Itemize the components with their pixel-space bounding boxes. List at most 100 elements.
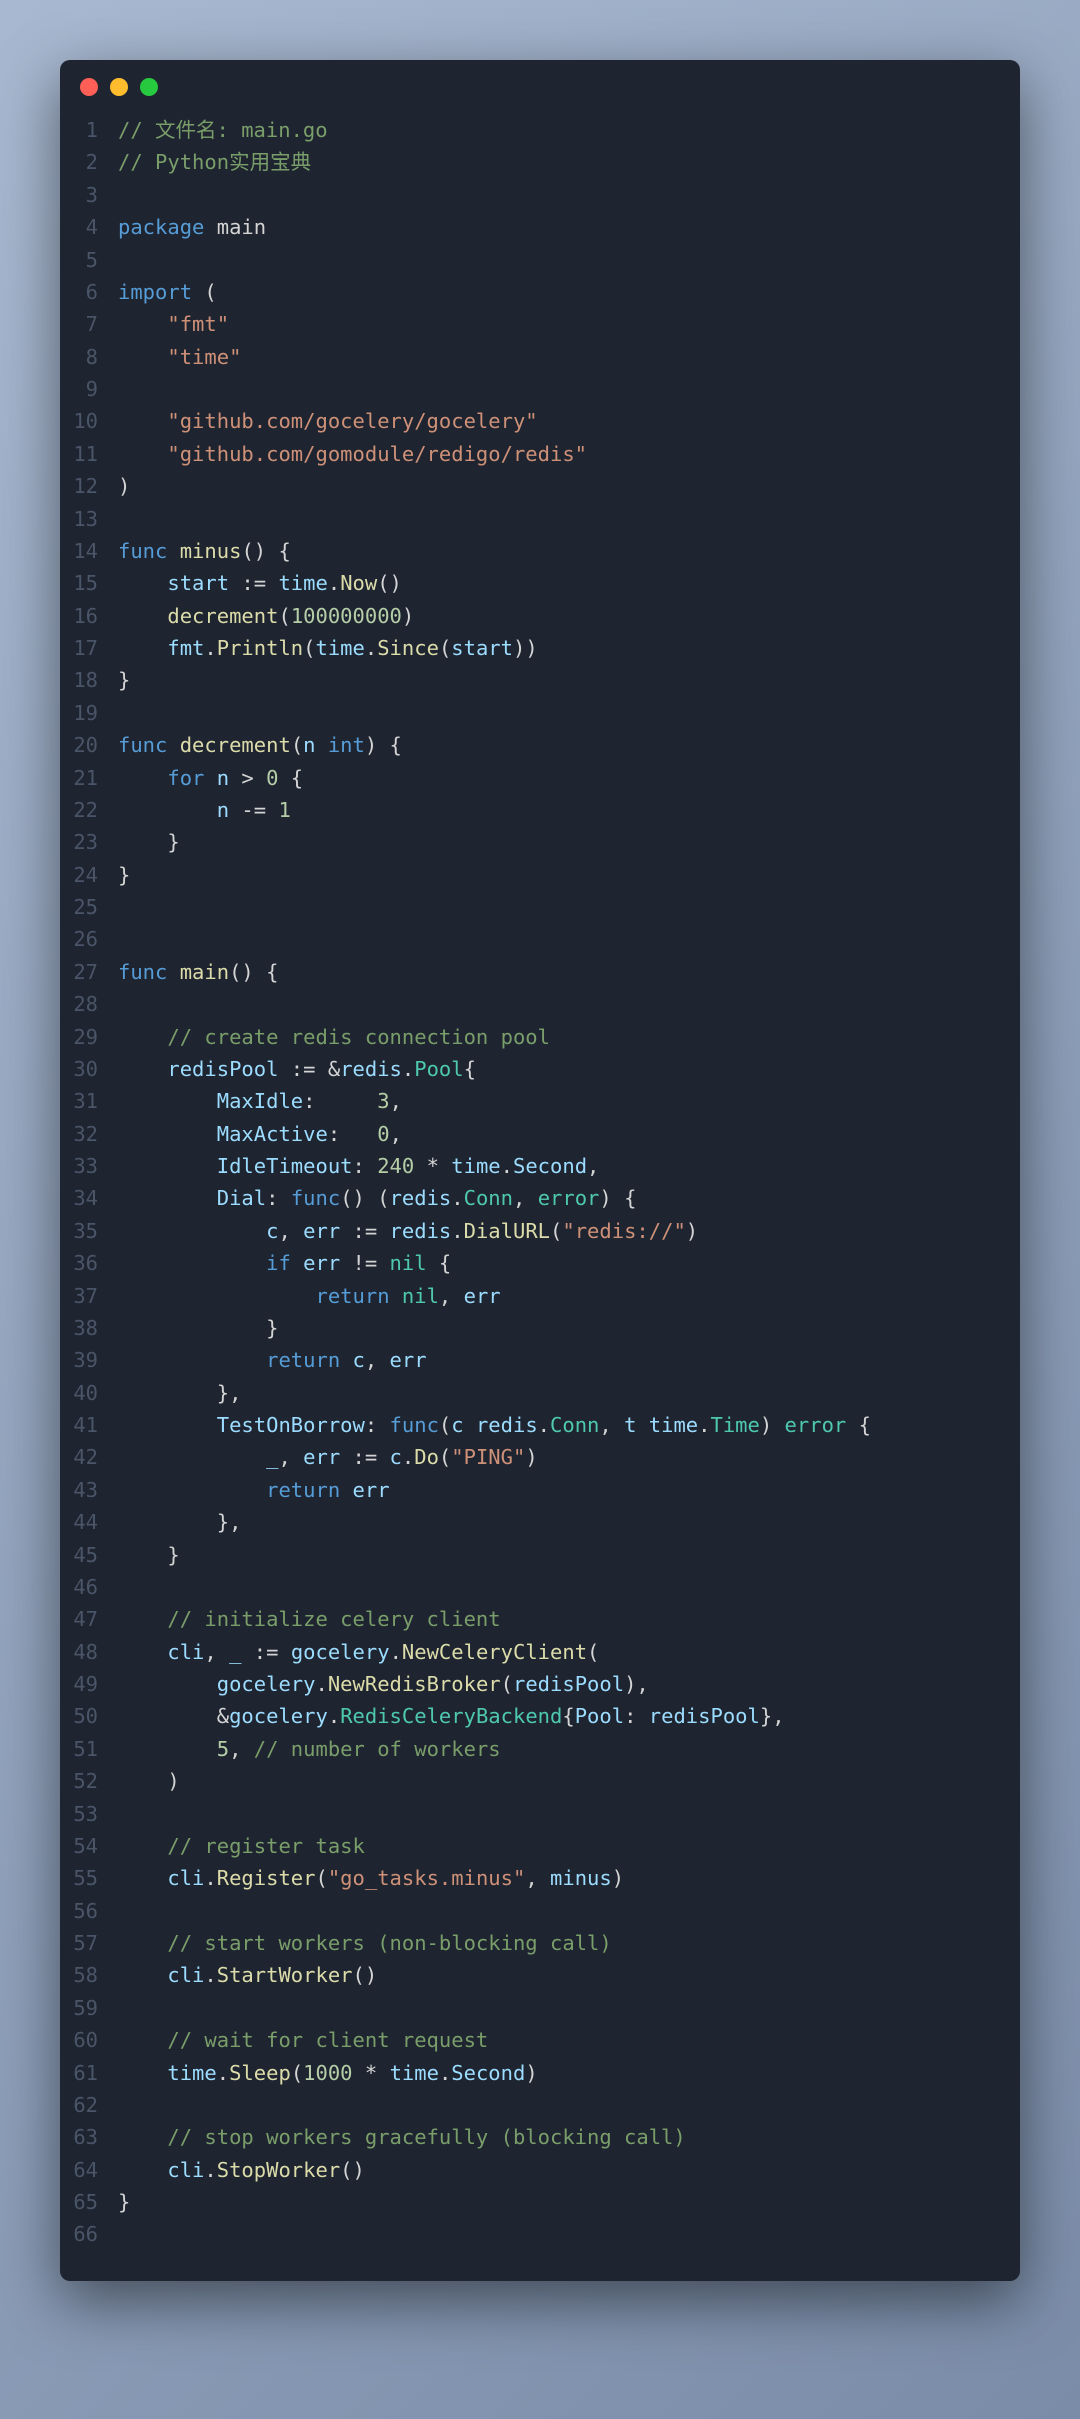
code-line: 18} bbox=[60, 664, 1020, 696]
code-content bbox=[118, 1798, 1020, 1830]
code-content: TestOnBorrow: func(c redis.Conn, t time.… bbox=[118, 1409, 1020, 1441]
code-line: 4package main bbox=[60, 211, 1020, 243]
code-line: 63 // stop workers gracefully (blocking … bbox=[60, 2121, 1020, 2153]
line-number: 17 bbox=[60, 632, 118, 664]
code-line: 51 5, // number of workers bbox=[60, 1733, 1020, 1765]
code-content: return c, err bbox=[118, 1344, 1020, 1376]
code-content: cli.StopWorker() bbox=[118, 2154, 1020, 2186]
code-line: 16 decrement(100000000) bbox=[60, 600, 1020, 632]
code-content: }, bbox=[118, 1377, 1020, 1409]
line-number: 41 bbox=[60, 1409, 118, 1441]
line-number: 66 bbox=[60, 2218, 118, 2250]
line-number: 59 bbox=[60, 1992, 118, 2024]
code-content: } bbox=[118, 826, 1020, 858]
line-number: 24 bbox=[60, 859, 118, 891]
code-line: 44 }, bbox=[60, 1506, 1020, 1538]
code-content: } bbox=[118, 1539, 1020, 1571]
code-content bbox=[118, 1992, 1020, 2024]
line-number: 46 bbox=[60, 1571, 118, 1603]
code-line: 42 _, err := c.Do("PING") bbox=[60, 1441, 1020, 1473]
line-number: 50 bbox=[60, 1700, 118, 1732]
code-line: 20func decrement(n int) { bbox=[60, 729, 1020, 761]
code-line: 1// 文件名: main.go bbox=[60, 114, 1020, 146]
code-line: 61 time.Sleep(1000 * time.Second) bbox=[60, 2057, 1020, 2089]
line-number: 28 bbox=[60, 988, 118, 1020]
line-number: 14 bbox=[60, 535, 118, 567]
line-number: 18 bbox=[60, 664, 118, 696]
code-content: package main bbox=[118, 211, 1020, 243]
code-content: fmt.Println(time.Since(start)) bbox=[118, 632, 1020, 664]
code-editor[interactable]: 1// 文件名: main.go2// Python实用宝典34package … bbox=[60, 104, 1020, 2281]
code-line: 65} bbox=[60, 2186, 1020, 2218]
line-number: 54 bbox=[60, 1830, 118, 1862]
code-content: decrement(100000000) bbox=[118, 600, 1020, 632]
code-line: 12) bbox=[60, 470, 1020, 502]
code-content: cli.StartWorker() bbox=[118, 1959, 1020, 1991]
code-content: &gocelery.RedisCeleryBackend{Pool: redis… bbox=[118, 1700, 1020, 1732]
code-content: ) bbox=[118, 1765, 1020, 1797]
line-number: 15 bbox=[60, 567, 118, 599]
code-content: } bbox=[118, 1312, 1020, 1344]
code-content: // start workers (non-blocking call) bbox=[118, 1927, 1020, 1959]
line-number: 19 bbox=[60, 697, 118, 729]
code-content: gocelery.NewRedisBroker(redisPool), bbox=[118, 1668, 1020, 1700]
code-content bbox=[118, 503, 1020, 535]
line-number: 1 bbox=[60, 114, 118, 146]
line-number: 23 bbox=[60, 826, 118, 858]
code-content: time.Sleep(1000 * time.Second) bbox=[118, 2057, 1020, 2089]
line-number: 62 bbox=[60, 2089, 118, 2121]
line-number: 32 bbox=[60, 1118, 118, 1150]
line-number: 55 bbox=[60, 1862, 118, 1894]
line-number: 65 bbox=[60, 2186, 118, 2218]
code-content bbox=[118, 1895, 1020, 1927]
code-content: cli, _ := gocelery.NewCeleryClient( bbox=[118, 1636, 1020, 1668]
code-content bbox=[118, 923, 1020, 955]
line-number: 27 bbox=[60, 956, 118, 988]
line-number: 11 bbox=[60, 438, 118, 470]
line-number: 38 bbox=[60, 1312, 118, 1344]
line-number: 39 bbox=[60, 1344, 118, 1376]
code-content: func decrement(n int) { bbox=[118, 729, 1020, 761]
code-line: 28 bbox=[60, 988, 1020, 1020]
line-number: 37 bbox=[60, 1280, 118, 1312]
code-content bbox=[118, 179, 1020, 211]
code-line: 50 &gocelery.RedisCeleryBackend{Pool: re… bbox=[60, 1700, 1020, 1732]
code-line: 35 c, err := redis.DialURL("redis://") bbox=[60, 1215, 1020, 1247]
code-content bbox=[118, 891, 1020, 923]
line-number: 13 bbox=[60, 503, 118, 535]
code-content: // initialize celery client bbox=[118, 1603, 1020, 1635]
code-line: 48 cli, _ := gocelery.NewCeleryClient( bbox=[60, 1636, 1020, 1668]
line-number: 35 bbox=[60, 1215, 118, 1247]
code-content: for n > 0 { bbox=[118, 762, 1020, 794]
code-line: 49 gocelery.NewRedisBroker(redisPool), bbox=[60, 1668, 1020, 1700]
code-line: 9 bbox=[60, 373, 1020, 405]
line-number: 51 bbox=[60, 1733, 118, 1765]
code-content bbox=[118, 2218, 1020, 2250]
line-number: 3 bbox=[60, 179, 118, 211]
line-number: 63 bbox=[60, 2121, 118, 2153]
line-number: 9 bbox=[60, 373, 118, 405]
code-content: "github.com/gomodule/redigo/redis" bbox=[118, 438, 1020, 470]
code-content: // wait for client request bbox=[118, 2024, 1020, 2056]
code-line: 15 start := time.Now() bbox=[60, 567, 1020, 599]
line-number: 60 bbox=[60, 2024, 118, 2056]
code-line: 55 cli.Register("go_tasks.minus", minus) bbox=[60, 1862, 1020, 1894]
code-content: IdleTimeout: 240 * time.Second, bbox=[118, 1150, 1020, 1182]
code-content bbox=[118, 373, 1020, 405]
close-icon[interactable] bbox=[80, 78, 98, 96]
line-number: 26 bbox=[60, 923, 118, 955]
line-number: 40 bbox=[60, 1377, 118, 1409]
code-content: redisPool := &redis.Pool{ bbox=[118, 1053, 1020, 1085]
code-line: 62 bbox=[60, 2089, 1020, 2121]
code-line: 45 } bbox=[60, 1539, 1020, 1571]
code-content: } bbox=[118, 664, 1020, 696]
line-number: 53 bbox=[60, 1798, 118, 1830]
maximize-icon[interactable] bbox=[140, 78, 158, 96]
minimize-icon[interactable] bbox=[110, 78, 128, 96]
line-number: 49 bbox=[60, 1668, 118, 1700]
code-line: 26 bbox=[60, 923, 1020, 955]
code-line: 17 fmt.Println(time.Since(start)) bbox=[60, 632, 1020, 664]
line-number: 5 bbox=[60, 244, 118, 276]
line-number: 7 bbox=[60, 308, 118, 340]
code-line: 32 MaxActive: 0, bbox=[60, 1118, 1020, 1150]
